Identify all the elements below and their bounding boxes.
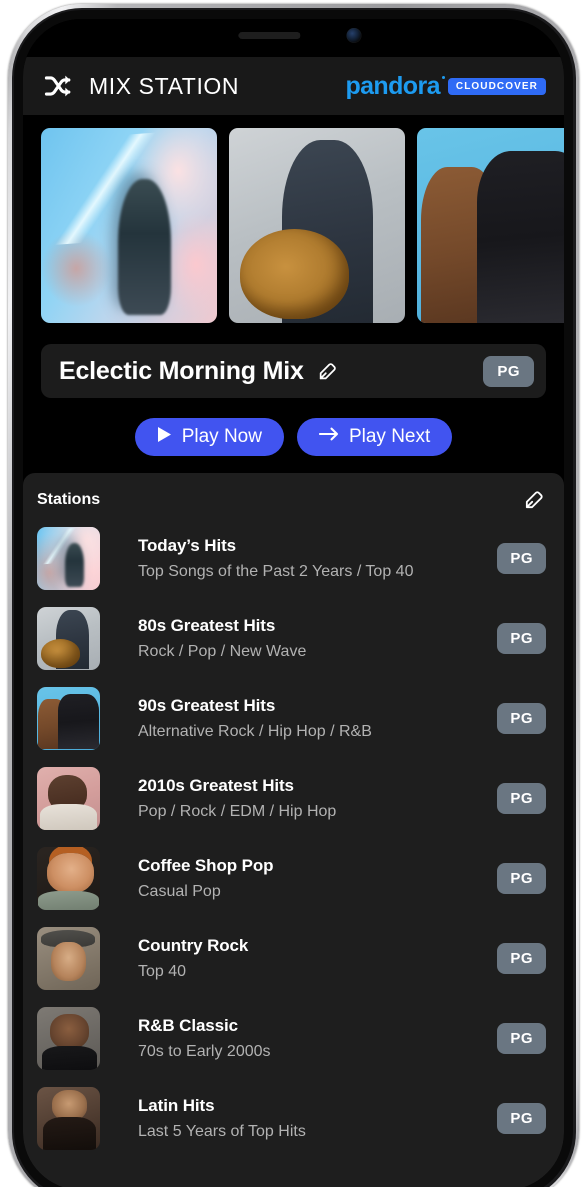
edit-pencil-icon[interactable] (523, 488, 546, 511)
front-camera-icon (346, 28, 361, 43)
station-row[interactable]: 90s Greatest Hits Alternative Rock / Hip … (23, 678, 564, 758)
station-thumbnail (37, 686, 100, 750)
screenshot-stage: MIX STATION pandora CLOUDCOVER Eclectic … (0, 0, 587, 1187)
action-button-row: Play Now Play Next (23, 418, 564, 456)
station-description: Last 5 Years of Top Hits (138, 1122, 306, 1140)
station-description: Rock / Pop / New Wave (138, 642, 307, 660)
station-thumbnail (37, 926, 100, 990)
station-rating-badge: PG (497, 622, 546, 654)
earpiece-speaker-icon (238, 32, 300, 39)
station-name: Country Rock (138, 935, 249, 955)
stations-title: Stations (37, 490, 101, 508)
station-rating-badge: PG (497, 1102, 546, 1134)
station-row[interactable]: Latin Hits Last 5 Years of Top Hits PG (23, 1078, 564, 1158)
shuffle-icon[interactable] (43, 73, 73, 99)
phone-screen: MIX STATION pandora CLOUDCOVER Eclectic … (23, 19, 564, 1187)
stations-header: Stations (23, 473, 564, 518)
carousel-item[interactable] (417, 128, 564, 323)
station-row[interactable]: 80s Greatest Hits Rock / Pop / New Wave PG (23, 598, 564, 678)
station-name: 90s Greatest Hits (138, 695, 276, 715)
pandora-logo: pandora (345, 71, 446, 100)
station-text-block: 80s Greatest Hits Rock / Pop / New Wave (138, 616, 487, 661)
station-rating-badge: PG (497, 702, 546, 734)
station-name: Latin Hits (138, 1095, 215, 1115)
station-thumbnail (37, 766, 100, 830)
play-now-button[interactable]: Play Now (134, 418, 284, 456)
station-row[interactable]: 2010s Greatest Hits Pop / Rock / EDM / Hi… (23, 758, 564, 838)
arrow-right-icon (318, 426, 339, 448)
station-text-block: Today’s Hits Top Songs of the Past 2 Year… (138, 536, 487, 581)
station-text-block: 90s Greatest Hits Alternative Rock / Hip … (138, 696, 487, 741)
station-thumbnail (37, 1086, 100, 1150)
station-description: Top Songs of the Past 2 Years / Top 40 (138, 562, 414, 580)
stations-panel: Stations Today’s Hits Top Songs of the Pa… (23, 473, 564, 1187)
station-rating-badge: PG (497, 862, 546, 894)
mix-rating-badge: PG (483, 355, 534, 387)
station-name: R&B Classic (138, 1015, 238, 1035)
station-text-block: 2010s Greatest Hits Pop / Rock / EDM / Hi… (138, 776, 487, 821)
header-left-group: MIX STATION (43, 73, 239, 100)
station-row[interactable]: R&B Classic 70s to Early 2000s PG (23, 998, 564, 1078)
carousel-artwork (229, 128, 405, 323)
station-rating-badge: PG (497, 542, 546, 574)
mix-station-app: MIX STATION pandora CLOUDCOVER Eclectic … (23, 19, 564, 1187)
station-thumbnail (37, 526, 100, 590)
station-description: Pop / Rock / EDM / Hip Hop (138, 802, 337, 820)
cloudcover-badge: CLOUDCOVER (447, 77, 546, 95)
station-thumbnail (37, 606, 100, 670)
station-name: Today’s Hits (138, 535, 236, 555)
station-description: Top 40 (138, 962, 187, 980)
station-text-block: R&B Classic 70s to Early 2000s (138, 1016, 487, 1061)
featured-carousel[interactable] (23, 128, 564, 323)
app-header: MIX STATION pandora CLOUDCOVER (23, 57, 564, 115)
phone-notch (186, 19, 401, 55)
station-text-block: Coffee Shop Pop Casual Pop (138, 856, 487, 901)
mix-name: Eclectic Morning Mix (59, 356, 304, 385)
carousel-artwork (417, 128, 564, 323)
station-description: 70s to Early 2000s (138, 1042, 271, 1060)
station-description: Alternative Rock / Hip Hop / R&B (138, 722, 372, 740)
carousel-item[interactable] (229, 128, 405, 323)
station-text-block: Country Rock Top 40 (138, 936, 487, 981)
mix-title-bar: Eclectic Morning Mix PG (41, 344, 546, 398)
edit-pencil-icon[interactable] (317, 360, 339, 382)
station-text-block: Latin Hits Last 5 Years of Top Hits (138, 1096, 487, 1141)
station-description: Casual Pop (138, 882, 221, 900)
play-next-button[interactable]: Play Next (296, 418, 453, 456)
station-thumbnail (37, 846, 100, 910)
brand-lockup: pandora CLOUDCOVER (345, 71, 546, 100)
station-rating-badge: PG (497, 942, 546, 974)
station-thumbnail (37, 1006, 100, 1070)
station-name: 2010s Greatest Hits (138, 775, 294, 795)
play-now-label: Play Now (181, 426, 262, 447)
station-row[interactable]: Coffee Shop Pop Casual Pop PG (23, 838, 564, 918)
play-next-label: Play Next (348, 426, 431, 447)
station-row[interactable]: Country Rock Top 40 PG (23, 918, 564, 998)
station-name: 80s Greatest Hits (138, 615, 276, 635)
station-name: Coffee Shop Pop (138, 855, 274, 875)
carousel-artwork (41, 128, 217, 323)
station-rating-badge: PG (497, 1022, 546, 1054)
station-row[interactable]: Today’s Hits Top Songs of the Past 2 Year… (23, 518, 564, 598)
station-rating-badge: PG (497, 782, 546, 814)
station-list[interactable]: Today’s Hits Top Songs of the Past 2 Year… (23, 518, 564, 1158)
carousel-item[interactable] (41, 128, 217, 323)
play-triangle-icon (157, 426, 172, 449)
page-title: MIX STATION (89, 72, 240, 99)
